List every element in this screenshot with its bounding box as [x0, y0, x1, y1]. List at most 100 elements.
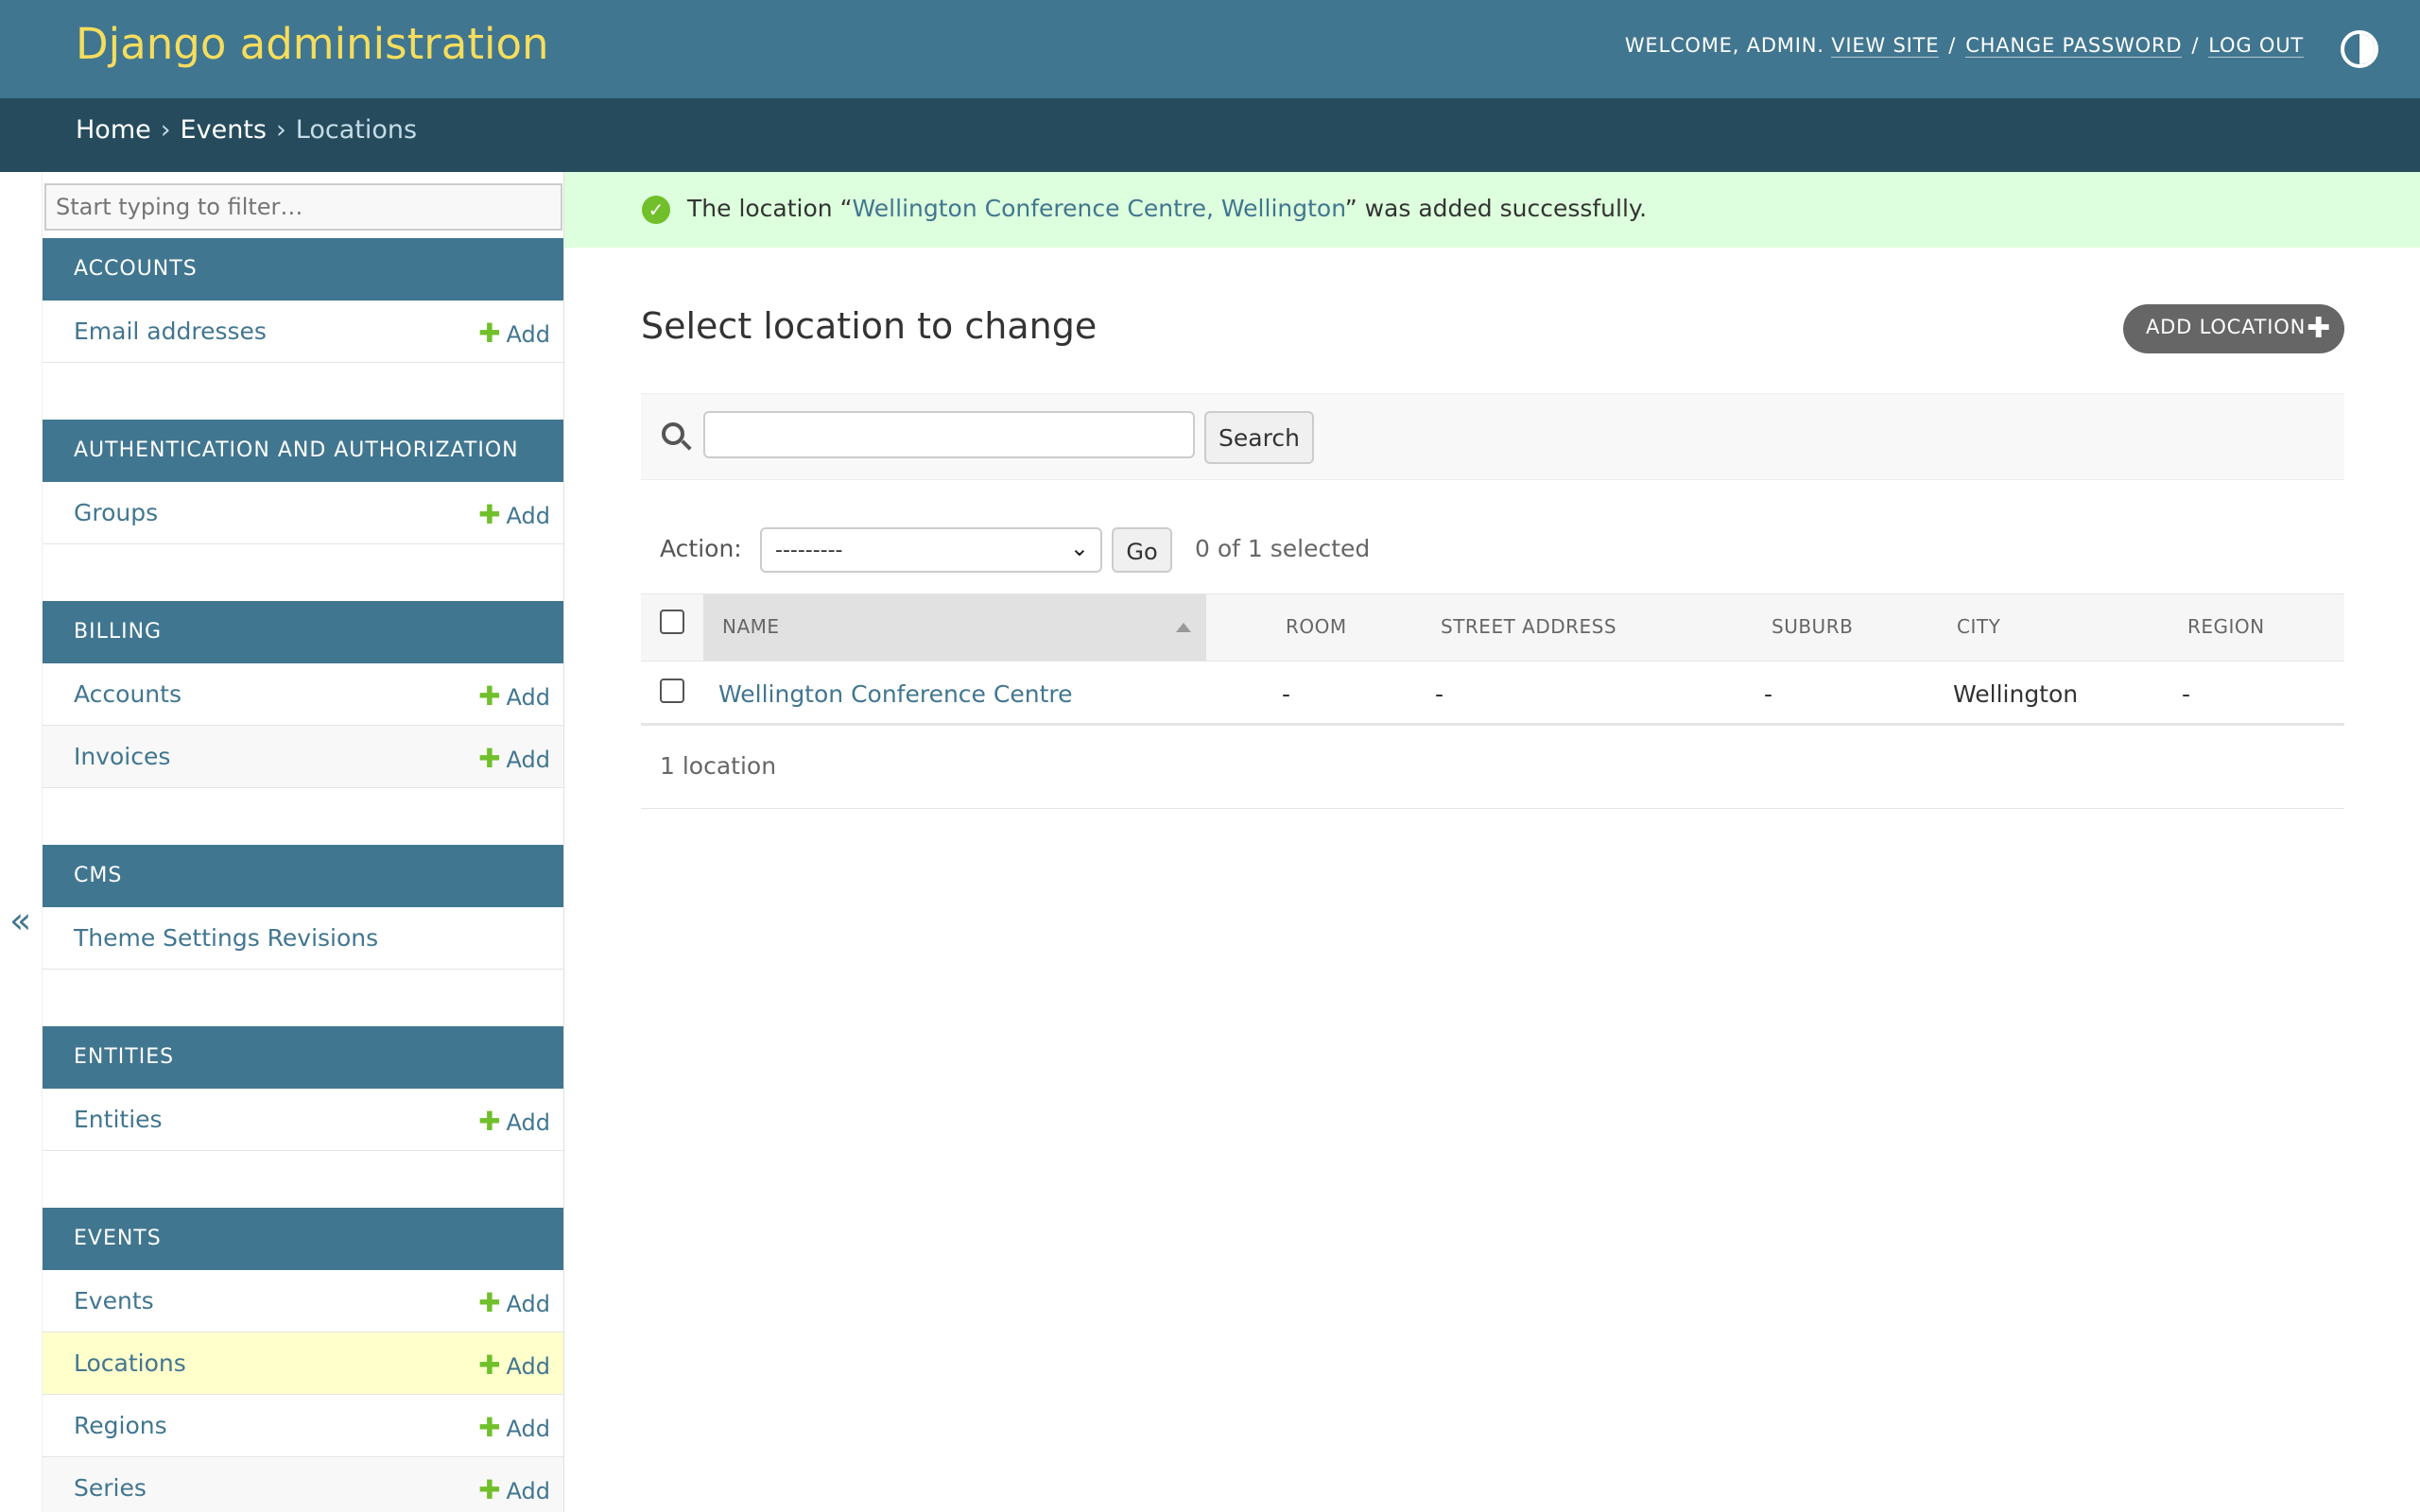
- add-link[interactable]: ✚ Add: [478, 1474, 550, 1505]
- search-button[interactable]: Search: [1204, 411, 1314, 464]
- message-location-link[interactable]: Wellington Conference Centre, Wellington: [853, 195, 1345, 222]
- column-label: NAME: [722, 615, 780, 638]
- site-name[interactable]: Django administration: [76, 19, 549, 69]
- plus-icon: ✚: [478, 1474, 501, 1505]
- location-link[interactable]: Wellington Conference Centre: [718, 680, 1072, 708]
- breadcrumb-separator: ›: [275, 115, 286, 145]
- column-header-suburb[interactable]: SUBURB: [1772, 594, 1853, 661]
- separator: /: [2191, 34, 2200, 57]
- page-title: Select location to change: [641, 305, 1098, 347]
- model-link[interactable]: Accounts: [74, 680, 182, 708]
- nav-filter-input[interactable]: [44, 183, 562, 231]
- go-button[interactable]: Go: [1112, 527, 1172, 573]
- model-link[interactable]: Entities: [74, 1106, 163, 1133]
- breadcrumb-home[interactable]: Home: [76, 115, 151, 145]
- actions-bar: Action: --------- ⌄ Go 0 of 1 selected: [641, 518, 2344, 593]
- sidebar-toggle[interactable]: «: [0, 172, 42, 1512]
- model-link[interactable]: Theme Settings Revisions: [74, 924, 378, 952]
- sidebar-item-invoices: Invoices ✚ Add: [43, 726, 563, 788]
- search-toolbar: Search: [641, 393, 2344, 480]
- module-caption[interactable]: EVENTS: [43, 1208, 563, 1270]
- breadcrumb-current: Locations: [295, 115, 418, 145]
- add-link[interactable]: ✚ Add: [478, 1349, 550, 1381]
- change-password-link[interactable]: CHANGE PASSWORD: [1965, 34, 2183, 58]
- add-link[interactable]: ✚ Add: [478, 318, 550, 349]
- add-link[interactable]: ✚ Add: [478, 1287, 550, 1318]
- theme-toggle-icon[interactable]: [2341, 30, 2378, 68]
- model-link[interactable]: Groups: [74, 499, 158, 526]
- module-caption[interactable]: AUTHENTICATION AND AUTHORIZATION: [43, 420, 563, 482]
- search-input[interactable]: [703, 411, 1195, 458]
- message-prefix: The location “: [687, 195, 853, 222]
- welcome-text: WELCOME, ADMIN.: [1624, 34, 1824, 57]
- model-link[interactable]: Email addresses: [74, 318, 267, 345]
- cell-room: -: [1282, 680, 1291, 708]
- cell-name: Wellington Conference Centre: [718, 680, 1072, 708]
- row-checkbox[interactable]: [660, 679, 684, 703]
- add-link[interactable]: ✚ Add: [478, 743, 550, 774]
- add-label: Add: [506, 1416, 550, 1442]
- cell-region: -: [2182, 680, 2191, 708]
- model-link[interactable]: Events: [74, 1287, 154, 1314]
- message-suffix: ” was added successfully.: [1344, 195, 1648, 222]
- model-link[interactable]: Series: [74, 1474, 147, 1502]
- add-label: Add: [506, 1353, 550, 1380]
- module-caption[interactable]: ACCOUNTS: [43, 238, 563, 301]
- plus-icon: ✚: [478, 318, 501, 349]
- action-select[interactable]: --------- ⌄: [760, 527, 1102, 573]
- success-check-icon: ✓: [642, 196, 670, 224]
- paginator: 1 location: [641, 728, 2344, 809]
- add-label: Add: [506, 684, 550, 711]
- add-link[interactable]: ✚ Add: [478, 680, 550, 712]
- model-link[interactable]: Locations: [74, 1349, 186, 1377]
- module-caption[interactable]: CMS: [43, 845, 563, 907]
- add-label: Add: [506, 1109, 550, 1136]
- results-table: NAME ROOM STREET ADDRESS SUBURB CITY REG…: [641, 593, 2344, 726]
- selected-count: 0 of 1 selected: [1195, 535, 1371, 562]
- log-out-link[interactable]: LOG OUT: [2208, 34, 2304, 58]
- sidebar-item-accounts: Accounts ✚ Add: [43, 663, 563, 726]
- table-header: NAME ROOM STREET ADDRESS SUBURB CITY REG…: [641, 593, 2344, 662]
- model-link[interactable]: Regions: [74, 1412, 167, 1439]
- column-header-name[interactable]: NAME: [703, 594, 1206, 661]
- column-header-region[interactable]: REGION: [2187, 594, 2265, 661]
- nav-sidebar: ACCOUNTS Email addresses ✚Add AUTHENTICA…: [42, 172, 564, 1512]
- breadcrumb-separator: ›: [160, 115, 171, 145]
- sidebar-item-series: Series ✚ Add: [43, 1457, 563, 1512]
- sidebar-item-events: Events ✚ Add: [43, 1270, 563, 1332]
- select-all-checkbox[interactable]: [660, 610, 684, 634]
- cell-street-address: -: [1435, 680, 1444, 708]
- plus-icon: ✚: [478, 1287, 501, 1318]
- action-label: Action:: [660, 535, 742, 562]
- module-entities: ENTITIES Entities ✚ Add: [43, 1026, 563, 1151]
- add-link[interactable]: ✚ Add: [478, 1412, 550, 1443]
- header: Django administration WELCOME, ADMIN. VI…: [0, 0, 2420, 98]
- module-caption[interactable]: ENTITIES: [43, 1026, 563, 1089]
- sidebar-item-locations: Locations ✚ Add: [43, 1332, 563, 1395]
- add-label: Add: [506, 1478, 550, 1504]
- add-location-label: ADD LOCATION: [2146, 316, 2307, 338]
- module-caption[interactable]: BILLING: [43, 601, 563, 663]
- plus-icon: ✚: [478, 1412, 501, 1443]
- cell-city: Wellington: [1953, 680, 2079, 708]
- breadcrumb: Home › Events › Locations: [0, 98, 2420, 172]
- model-link[interactable]: Invoices: [74, 743, 170, 770]
- search-icon: [662, 422, 684, 445]
- add-location-button[interactable]: ADD LOCATION ✚: [2123, 304, 2344, 353]
- user-tools: WELCOME, ADMIN. VIEW SITE / CHANGE PASSWOR…: [1624, 34, 2304, 58]
- add-link[interactable]: ✚ Add: [478, 499, 550, 530]
- column-header-room[interactable]: ROOM: [1286, 594, 1347, 661]
- chevron-down-icon: ⌄: [1069, 535, 1089, 561]
- add-link[interactable]: ✚ Add: [478, 1106, 550, 1137]
- column-header-street-address[interactable]: STREET ADDRESS: [1441, 594, 1616, 661]
- message-text: The location “Wellington Conference Cent…: [687, 195, 1647, 222]
- view-site-link[interactable]: VIEW SITE: [1831, 34, 1940, 58]
- module-billing: BILLING Accounts ✚ Add Invoices ✚ Add: [43, 601, 563, 788]
- sort-ascending-icon[interactable]: [1176, 623, 1191, 632]
- collapse-sidebar-icon[interactable]: «: [9, 900, 31, 941]
- sidebar-item-regions: Regions ✚ Add: [43, 1395, 563, 1457]
- breadcrumb-events[interactable]: Events: [181, 115, 267, 145]
- plus-icon: ✚: [478, 1349, 501, 1381]
- column-header-city[interactable]: CITY: [1957, 594, 2000, 661]
- sidebar-item-entities: Entities ✚ Add: [43, 1089, 563, 1151]
